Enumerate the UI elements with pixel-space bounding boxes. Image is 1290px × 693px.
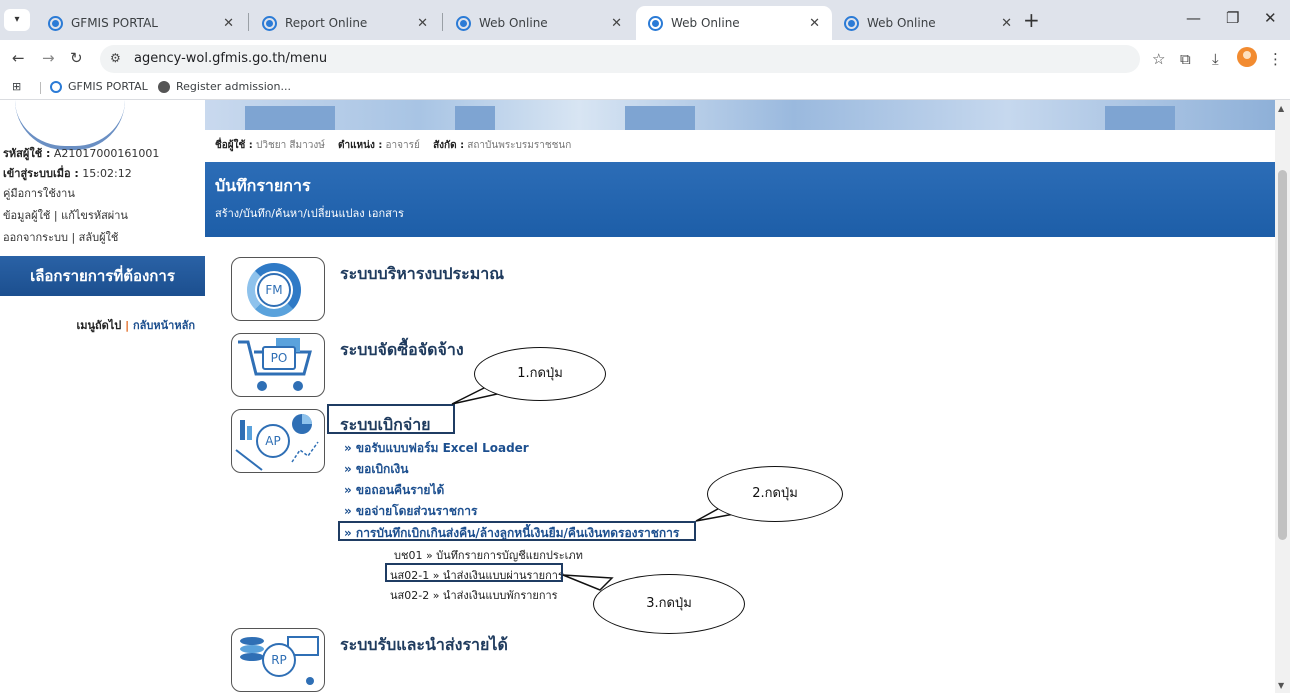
address-bar-row: ← → ↻ ⚙ agency-wol.gfmis.go.th/menu ☆ ⧉ …: [0, 40, 1290, 76]
extensions-icon[interactable]: ⧉: [1180, 50, 1191, 68]
scroll-up-icon[interactable]: ▲: [1278, 104, 1284, 113]
tab-report-online[interactable]: Report Online ✕: [250, 6, 440, 40]
tab-web-online-1[interactable]: Web Online ✕: [444, 6, 634, 40]
gfmis-favicon-icon: [844, 15, 859, 31]
callout-step-1: 1.กดปุ่ม: [474, 347, 606, 401]
forward-arrow-icon[interactable]: →: [42, 49, 55, 67]
close-icon[interactable]: ✕: [809, 16, 820, 31]
browser-tab-bar: ▾ GFMIS PORTAL ✕ Report Online ✕ Web Onl…: [0, 0, 1290, 40]
scroll-down-icon[interactable]: ▼: [1278, 681, 1284, 690]
callout-step-2: 2.กดปุ่ม: [707, 466, 843, 522]
site-settings-icon[interactable]: ⚙: [110, 51, 121, 65]
bookmark-star-icon[interactable]: ☆: [1152, 50, 1165, 68]
gfmis-favicon-icon: [50, 80, 62, 93]
apps-grid-icon[interactable]: ⊞: [12, 80, 21, 93]
globe-icon: [158, 80, 170, 93]
tab-web-online-3[interactable]: Web Online ✕: [832, 6, 1024, 40]
menu-kebab-icon[interactable]: ⋮: [1268, 50, 1283, 68]
tab-gfmis-portal[interactable]: GFMIS PORTAL ✕: [36, 6, 246, 40]
window-close-icon[interactable]: ✕: [1264, 9, 1277, 27]
reload-icon[interactable]: ↻: [70, 49, 83, 67]
profile-avatar-icon[interactable]: [1237, 47, 1257, 67]
bookmark-register-admission[interactable]: Register admission...: [158, 80, 291, 93]
page-scrollbar[interactable]: ▲ ▼: [1275, 100, 1290, 693]
gfmis-favicon-icon: [648, 15, 663, 31]
bookmarks-bar: ⊞ GFMIS PORTAL Register admission...: [0, 76, 1290, 100]
close-icon[interactable]: ✕: [223, 16, 234, 31]
close-icon[interactable]: ✕: [417, 16, 428, 31]
url-field[interactable]: ⚙ agency-wol.gfmis.go.th/menu: [100, 45, 1140, 73]
callout-step-3: 3.กดปุ่ม: [593, 574, 745, 634]
new-tab-icon[interactable]: +: [1023, 8, 1040, 32]
minimize-icon[interactable]: —: [1186, 9, 1201, 27]
bookmark-gfmis-portal[interactable]: GFMIS PORTAL: [50, 80, 148, 93]
tab-web-online-active[interactable]: Web Online ✕: [636, 6, 832, 40]
back-arrow-icon[interactable]: ←: [12, 49, 25, 67]
page-content: รหัสผู้ใช้ : A21017000161001 เข้าสู่ระบบ…: [0, 100, 1290, 693]
tab-search-button[interactable]: ▾: [4, 9, 30, 31]
gfmis-favicon-icon: [48, 15, 63, 31]
scroll-thumb[interactable]: [1278, 170, 1287, 540]
close-icon[interactable]: ✕: [611, 16, 622, 31]
gfmis-favicon-icon: [456, 15, 471, 31]
download-icon[interactable]: ⤓: [1212, 50, 1219, 68]
gfmis-favicon-icon: [262, 15, 277, 31]
close-icon[interactable]: ✕: [1001, 16, 1012, 31]
restore-icon[interactable]: ❐: [1226, 9, 1239, 27]
